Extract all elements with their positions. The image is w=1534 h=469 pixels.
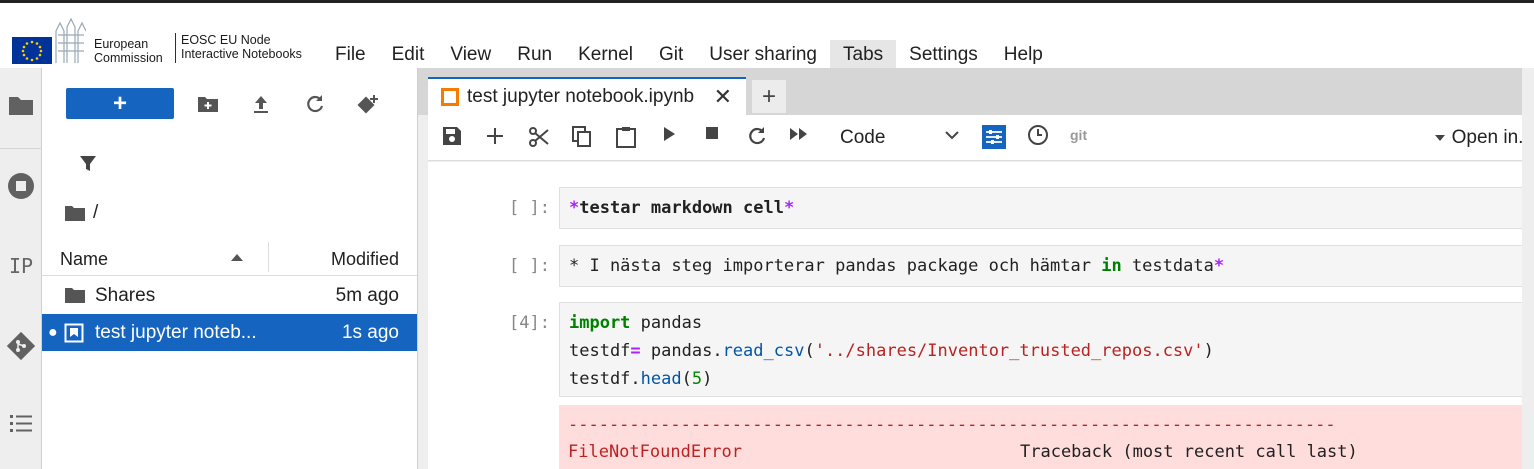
save-icon[interactable] [442,126,462,146]
tab-notebook[interactable]: test jupyter notebook.ipynb ✕ [428,77,746,115]
file-name: Shares [95,284,156,306]
refresh-icon[interactable] [303,92,327,116]
logo-divider [175,33,176,63]
file-name: test jupyter noteb... [95,321,257,343]
running-indicator-icon: ● [48,323,58,341]
restart-kernel-icon[interactable] [747,126,767,146]
menu-file[interactable]: File [322,40,379,70]
sort-ascending-icon[interactable] [231,254,243,261]
file-modified: 1s ago [341,321,399,343]
running-kernels-icon[interactable] [0,171,42,201]
file-browser: + / Name Modified Shares 5m ago ● test j… [42,68,418,469]
error-traceback-label: Traceback (most recent call last) [1020,442,1358,462]
new-launcher-button[interactable]: + [66,88,174,119]
cell-source-line: * I nästa steg importerar pandas package… [569,256,1225,276]
tab-close-icon[interactable]: ✕ [714,84,732,110]
error-separator: ----------------------------------------… [568,415,1336,435]
main-dock-area: test jupyter notebook.ipynb ✕ + Code git… [418,68,1534,469]
markdown-cell-1[interactable]: *testar markdown cell* [559,187,1534,229]
menubar: European Commission EOSC EU Node Interac… [0,3,1534,70]
breadcrumb-root[interactable]: / [93,202,98,224]
menu-settings[interactable]: Settings [896,40,991,70]
cut-icon[interactable] [528,126,550,148]
chevron-down-icon [945,131,959,140]
paste-icon[interactable] [616,126,636,148]
notebook-toolbar: Code git Open in... [428,115,1534,161]
property-inspector-toggle-icon[interactable] [982,125,1006,149]
cell-source-line: import pandas [569,313,703,333]
file-list-header: Name Modified [42,240,417,276]
name-column-header[interactable]: Name [60,249,108,270]
column-divider[interactable] [268,242,269,272]
git-icon[interactable] [0,330,42,362]
cell-prompt: [4]: [509,313,550,333]
eu-commission-logo [12,17,86,64]
menu-kernel[interactable]: Kernel [565,40,646,70]
menu-user-sharing[interactable]: User sharing [696,40,830,70]
activity-divider [0,148,42,149]
cell-prompt: [ ]: [509,198,550,218]
eosc-node-label: EOSC EU Node Interactive Notebooks [181,33,302,61]
modified-column-header[interactable]: Modified [331,249,399,270]
folder-icon[interactable] [0,90,42,120]
file-modified: 5m ago [335,284,399,306]
main-menu: File Edit View Run Kernel Git User shari… [322,40,1056,70]
git-diff-label[interactable]: git [1070,127,1087,143]
menu-edit[interactable]: Edit [379,40,438,70]
notebook-body: [ ]: *testar markdown cell* [ ]: * I näs… [428,162,1534,469]
clock-icon[interactable] [1027,124,1049,146]
open-in-button[interactable]: Open in... [1434,127,1534,149]
filter-icon[interactable] [76,152,100,176]
vertical-scrollbar[interactable] [1522,68,1534,469]
cell-source-line: *testar markdown cell* [569,198,795,218]
stop-icon[interactable] [705,126,719,140]
cell-type-select[interactable]: Code [840,125,964,151]
breadcrumb: / [64,202,98,224]
european-commission-label: European Commission [94,37,163,65]
error-name: FileNotFoundError [568,442,742,462]
tab-title: test jupyter notebook.ipynb [467,86,695,107]
upload-icon[interactable] [249,92,273,116]
menu-run[interactable]: Run [504,40,565,70]
breadcrumb-folder-icon[interactable] [64,204,86,222]
cell-source-line: testdf= pandas.read_csv('../shares/Inven… [569,341,1214,361]
menu-tabs[interactable]: Tabs [830,40,897,70]
cell-prompt: [ ]: [509,256,550,276]
error-output: ----------------------------------------… [559,405,1534,469]
file-row-notebook[interactable]: ● test jupyter noteb... 1s ago [42,314,417,351]
code-cell[interactable]: import pandas testdf= pandas.read_csv('.… [559,302,1534,397]
run-icon[interactable] [662,126,676,142]
menu-help[interactable]: Help [991,40,1056,70]
table-of-contents-icon[interactable] [0,408,42,438]
git-clone-icon[interactable] [356,92,380,116]
add-tab-button[interactable]: + [752,80,786,113]
run-all-icon[interactable] [789,126,809,142]
document-tab-bar: test jupyter notebook.ipynb ✕ + [418,68,1534,115]
caret-down-icon [1434,135,1445,141]
notebook-icon [64,323,84,343]
left-activity-bar: IP [0,68,42,469]
insert-cell-icon[interactable] [485,126,505,146]
menu-view[interactable]: View [437,40,504,70]
copy-icon[interactable] [572,126,592,148]
property-inspector-icon[interactable]: IP [0,251,42,281]
folder-icon [65,288,85,303]
file-row-shares[interactable]: Shares 5m ago [42,277,417,314]
cell-source-line: testdf.head(5) [569,369,713,389]
cell-type-value: Code [840,127,886,148]
notebook-tab-icon [441,88,459,106]
markdown-cell-2[interactable]: * I nästa steg importerar pandas package… [559,245,1534,287]
new-folder-icon[interactable] [196,92,220,116]
menu-git[interactable]: Git [646,40,696,70]
